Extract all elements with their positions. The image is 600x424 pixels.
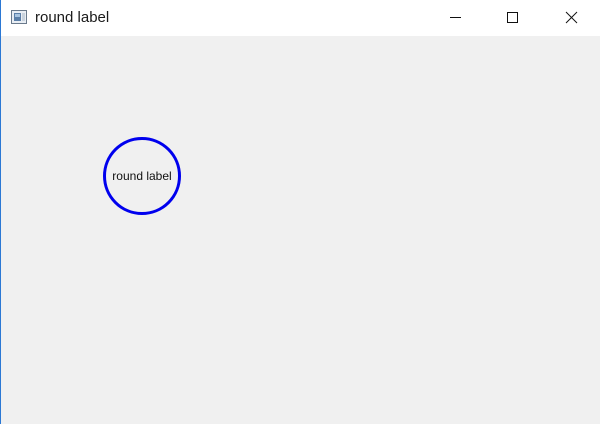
- maximize-icon: [507, 12, 518, 23]
- window-title: round label: [35, 9, 110, 26]
- minimize-icon: [450, 17, 461, 18]
- round-label: round label: [103, 137, 181, 215]
- application-window: round label round label: [0, 0, 600, 424]
- app-window-icon[interactable]: [11, 10, 27, 24]
- close-button[interactable]: [542, 0, 600, 36]
- minimize-button[interactable]: [426, 0, 484, 36]
- title-bar[interactable]: round label: [1, 0, 600, 36]
- maximize-button[interactable]: [484, 0, 542, 36]
- close-icon: [565, 11, 578, 24]
- client-area: round label: [1, 36, 600, 424]
